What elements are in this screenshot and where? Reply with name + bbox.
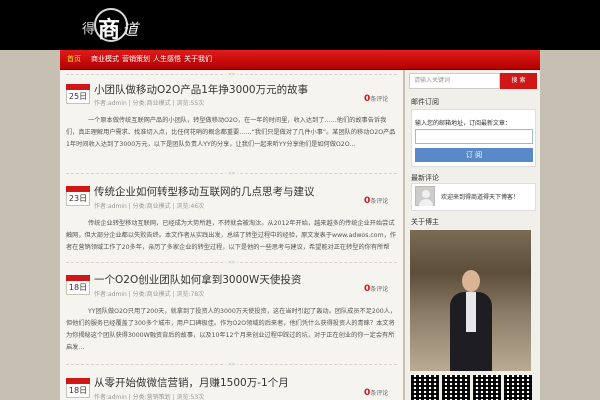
search-input[interactable]: 请输入关键词 <box>409 73 500 89</box>
post-date-badge: 23日 <box>66 186 90 206</box>
post-meta: 作者:admin | 分类:营销策划 | 浏览:53次 <box>94 394 205 400</box>
post-date-badge: 18日 <box>66 378 90 398</box>
post-meta: 作者:admin | 分类:商业模式 | 浏览:46次 <box>94 203 205 210</box>
avatar <box>415 186 435 206</box>
post-date-badge: 25日 <box>66 84 90 104</box>
post-divider: «» <box>66 71 397 78</box>
post-comments-link[interactable]: 0条评论 <box>364 388 388 398</box>
nav-item-about[interactable]: 关于我们 <box>184 54 212 64</box>
qr-code-icon <box>442 375 470 400</box>
nav-item-life[interactable]: 人生感悟 <box>153 54 181 64</box>
post-divider: «» <box>66 170 397 177</box>
post-comments-link[interactable]: 0条评论 <box>364 94 388 104</box>
logo-char: 商 <box>98 17 121 43</box>
post-meta: 作者:admin | 分类:商业模式 | 浏览:55次 <box>94 100 205 107</box>
logo-char: 得 <box>82 22 96 37</box>
post-comments-link[interactable]: 0条评论 <box>364 284 388 294</box>
post-excerpt: 一个原本做传统互联网产品的小团队，转型做移动O2O，在一年的时间里，收入达到了…… <box>66 117 396 148</box>
qr-code-icon <box>473 375 501 400</box>
person-figure <box>450 270 492 371</box>
main-nav: 首页 商业模式 营销策划 人生感悟 关于我们 <box>60 50 540 70</box>
post-title-link[interactable]: 传统企业如何转型移动互联网的几点思考与建议 <box>94 184 315 199</box>
post-comments-link[interactable]: 0条评论 <box>364 196 388 206</box>
post-divider: «» <box>66 361 397 368</box>
post-excerpt: 传统企业转型移动互联网，已经成为大势所趋，不转就会被淘汰。从2012年开始，越来… <box>66 220 396 251</box>
post-title-link[interactable]: 从零开始做微信营销，月赚1500万-1个月 <box>94 375 289 390</box>
subscribe-button[interactable]: 订 阅 <box>415 148 533 162</box>
nav-item-business-model[interactable]: 商业模式 <box>91 54 119 64</box>
recent-comments-title: 最新评论 <box>411 174 439 182</box>
site-logo[interactable]: 得 商 道 <box>82 6 182 46</box>
author-photo <box>410 230 531 371</box>
nav-item-home[interactable]: 首页 <box>67 54 81 64</box>
recent-comment-link[interactable]: 欢迎来到得商道得天下博客！ <box>441 192 519 201</box>
about-title: 关于博主 <box>411 218 439 226</box>
post-meta: 作者:admin | 分类:商业模式 | 浏览:78次 <box>94 291 205 298</box>
post-excerpt: YY团队做O2O只用了200天，就拿到了投资人的3000万天使投资，这在当时引起… <box>66 308 397 351</box>
qr-code-icon <box>411 375 439 400</box>
qr-code-icon <box>504 375 532 400</box>
post-title-link[interactable]: 一个O2O创业团队如何拿到3000W天使投资 <box>94 272 301 287</box>
search-button[interactable]: 搜 索 <box>500 73 537 89</box>
nav-item-marketing[interactable]: 营销策划 <box>122 54 150 64</box>
post-divider: «» <box>66 259 397 266</box>
email-field[interactable] <box>415 129 533 144</box>
subscribe-title: 邮件订阅 <box>411 98 439 106</box>
post-list: «» 25日 小团队做移动O2O产品1年挣3000万元的故事 作者:admin … <box>60 70 403 400</box>
logo-char: 道 <box>122 20 139 39</box>
post-date-badge: 18日 <box>66 275 90 295</box>
header-bar: 得 商 道 <box>0 0 600 50</box>
subscribe-label: 输入您的邮箱地址，订阅最新文章： <box>415 120 512 127</box>
post-title-link[interactable]: 小团队做移动O2O产品1年挣3000万元的故事 <box>94 82 308 97</box>
sidebar: 请输入关键词 搜 索 邮件订阅 输入您的邮箱地址，订阅最新文章： 订 阅 最新评… <box>405 70 540 400</box>
